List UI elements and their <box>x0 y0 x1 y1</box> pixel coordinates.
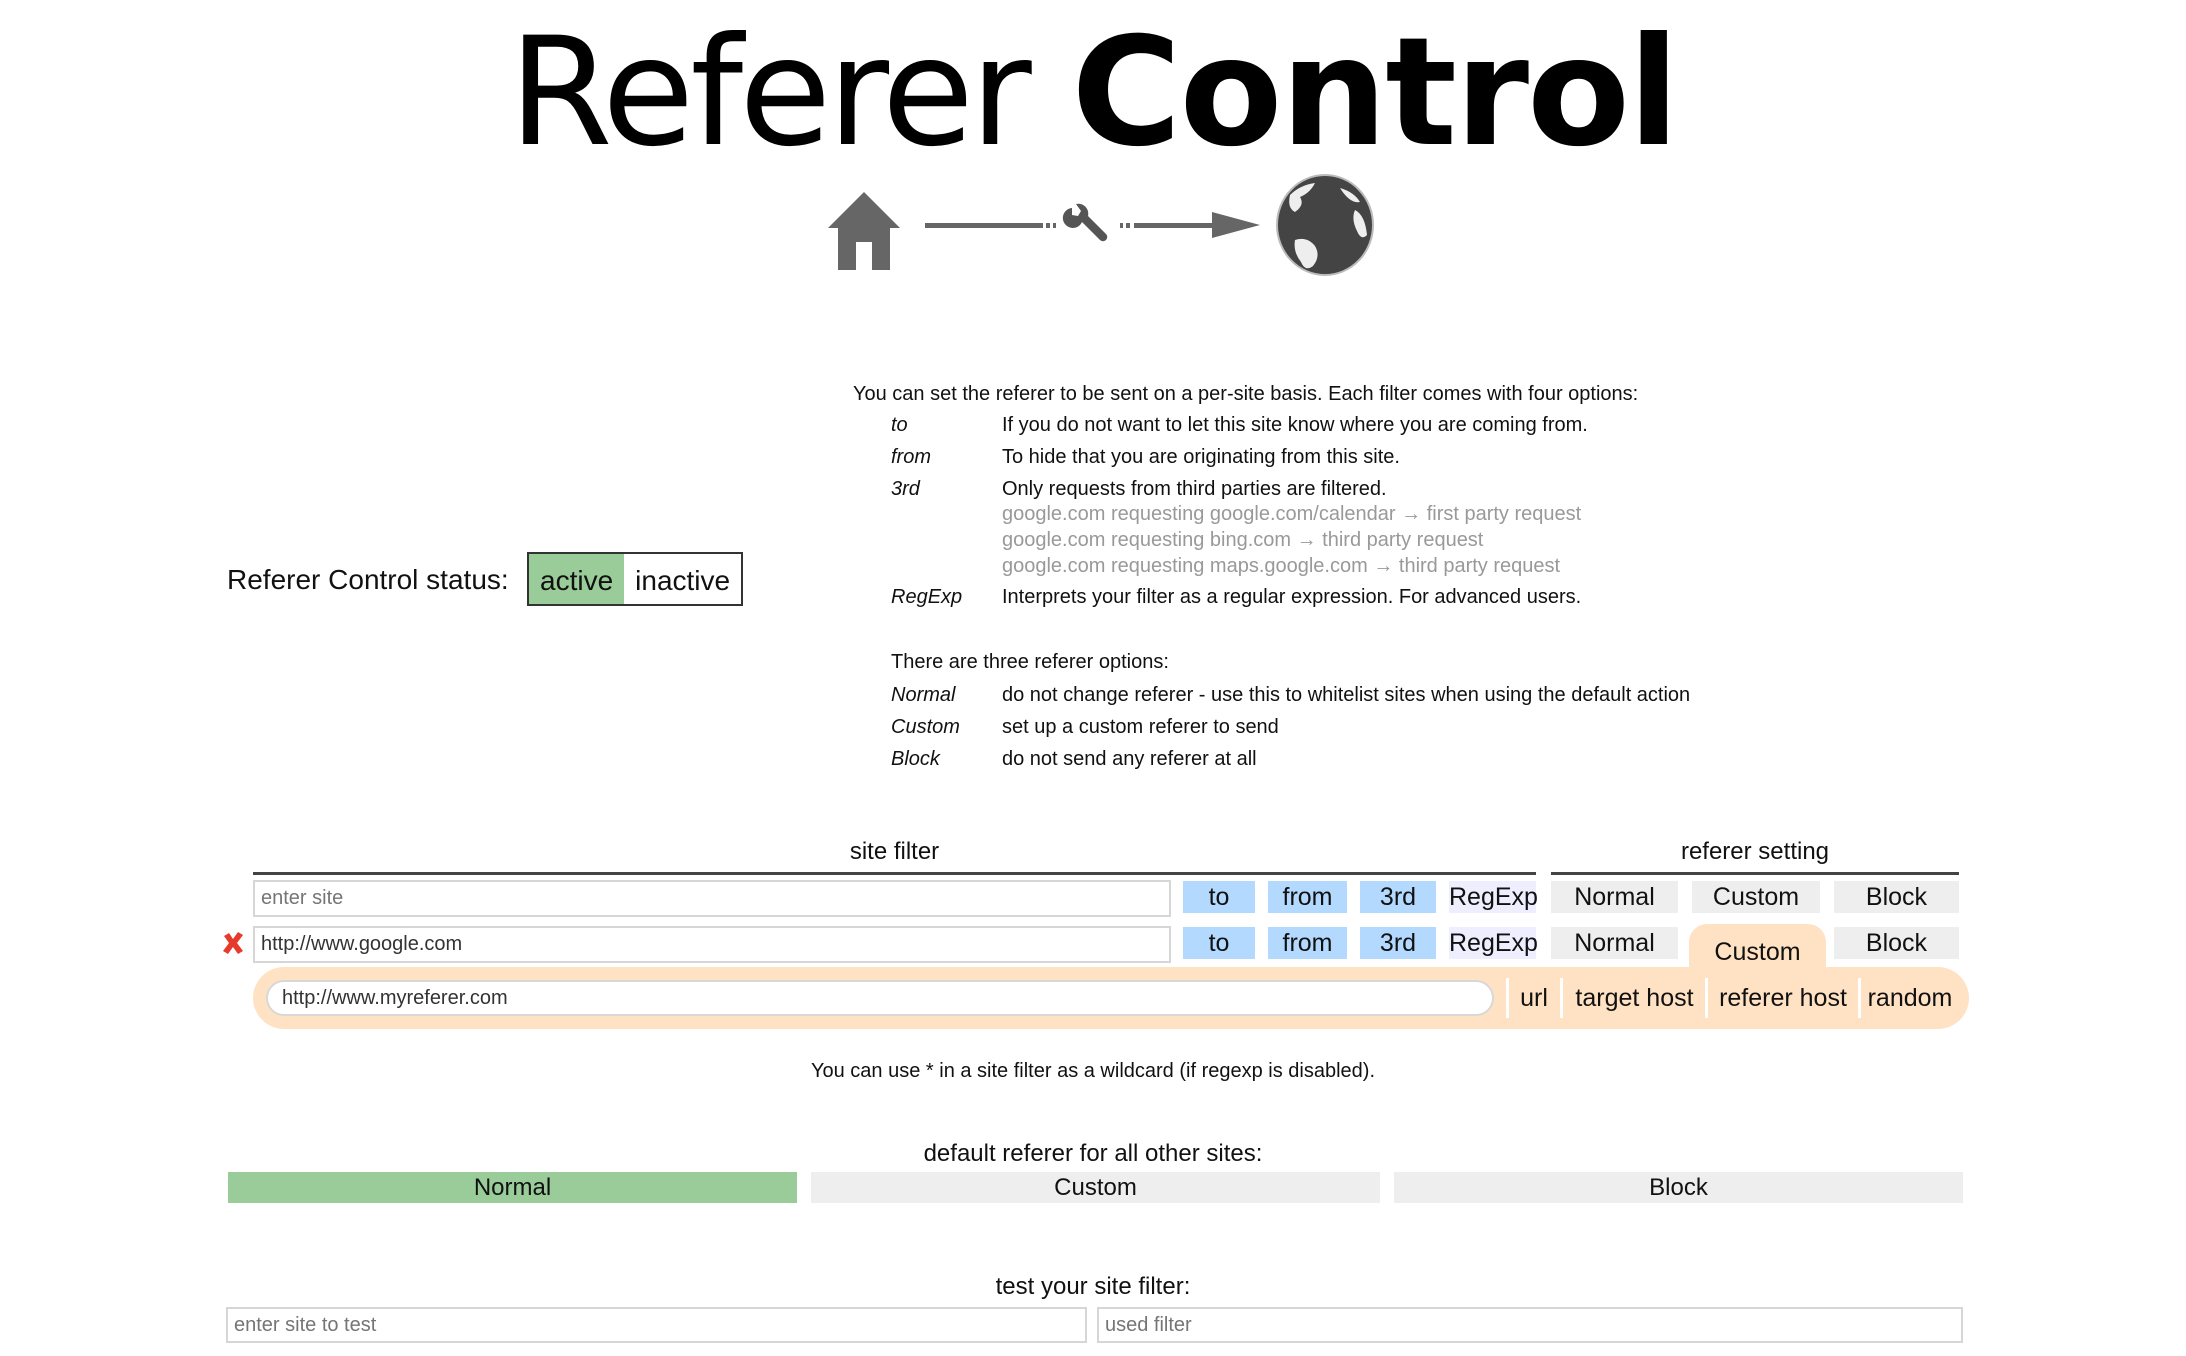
new-setting-custom[interactable]: Custom <box>1692 881 1820 913</box>
used-filter-output[interactable] <box>1097 1307 1963 1343</box>
referer-setting-rule <box>1551 872 1959 875</box>
title-light-word: Referer <box>508 6 1032 180</box>
delete-filter-icon[interactable] <box>220 930 246 956</box>
new-flag-regexp[interactable]: RegExp <box>1449 881 1538 913</box>
wrench-icon <box>1062 203 1108 242</box>
definition-to: If you do not want to let this site know… <box>1002 414 1588 436</box>
referer-setting-header: referer setting <box>1680 838 1830 865</box>
title-bold-word: Control <box>1071 6 1679 180</box>
term-to: to <box>891 414 908 436</box>
test-label: test your site filter: <box>995 1273 1191 1300</box>
filter-flag-regexp[interactable]: RegExp <box>1449 927 1538 959</box>
new-flag-3rd[interactable]: 3rd <box>1360 881 1436 913</box>
filter-site-input[interactable] <box>253 926 1171 963</box>
logo-graphic <box>828 174 1374 276</box>
new-setting-block[interactable]: Block <box>1834 881 1959 913</box>
custom-option-referer-host[interactable]: referer host <box>1708 976 1858 1020</box>
term-normal: Normal <box>891 684 956 706</box>
default-referer-label: default referer for all other sites: <box>923 1140 1263 1167</box>
default-normal-button[interactable]: Normal <box>228 1172 797 1203</box>
new-flag-to[interactable]: to <box>1183 881 1255 913</box>
definition-custom: set up a custom referer to send <box>1002 716 1279 738</box>
app-title: Referer Control <box>0 8 2186 178</box>
wildcard-note: You can use * in a site filter as a wild… <box>811 1060 1375 1082</box>
referer-options-intro: There are three referer options: <box>891 651 1169 673</box>
example-first-party: google.com requesting google.com/calenda… <box>1002 503 1582 525</box>
new-site-input[interactable] <box>253 880 1171 917</box>
test-site-input[interactable] <box>226 1307 1087 1343</box>
custom-option-target-host[interactable]: target host <box>1563 976 1706 1020</box>
term-regexp: RegExp <box>891 586 963 608</box>
description-intro: You can set the referer to be sent on a … <box>853 383 1639 405</box>
filter-setting-normal[interactable]: Normal <box>1551 927 1678 959</box>
definition-3rd: Only requests from third parties are fil… <box>1002 478 1387 500</box>
home-icon <box>828 192 900 270</box>
site-filter-header: site filter <box>849 838 940 865</box>
status-active-button[interactable]: active <box>529 554 625 604</box>
definition-normal: do not change referer - use this to whit… <box>1002 684 1691 706</box>
example-third-party-bing: google.com requesting bing.com → third p… <box>1002 529 1484 551</box>
filter-flag-to[interactable]: to <box>1183 927 1255 959</box>
term-from: from <box>891 446 931 468</box>
status-toggle[interactable]: active inactive <box>527 552 744 606</box>
term-custom: Custom <box>891 716 960 738</box>
filter-flag-3rd[interactable]: 3rd <box>1360 927 1436 959</box>
new-flag-from[interactable]: from <box>1268 881 1347 913</box>
custom-option-url[interactable]: url <box>1509 976 1559 1020</box>
new-setting-normal[interactable]: Normal <box>1551 881 1678 913</box>
status-label: Referer Control status: <box>227 564 509 595</box>
custom-option-random[interactable]: random <box>1861 976 1959 1020</box>
filter-setting-custom[interactable]: Custom <box>1689 924 1826 974</box>
term-3rd: 3rd <box>891 478 920 500</box>
default-block-button[interactable]: Block <box>1394 1172 1963 1203</box>
definition-regexp: Interprets your filter as a regular expr… <box>1002 586 1582 608</box>
site-filter-rule <box>253 872 1536 875</box>
definition-block: do not send any referer at all <box>1002 748 1257 770</box>
term-block: Block <box>891 748 940 770</box>
status-inactive-button[interactable]: inactive <box>624 554 742 604</box>
default-custom-button[interactable]: Custom <box>811 1172 1380 1203</box>
example-third-party-maps: google.com requesting maps.google.com → … <box>1002 555 1561 577</box>
arrow-head <box>1212 212 1260 238</box>
filter-flag-from[interactable]: from <box>1268 927 1347 959</box>
definition-from: To hide that you are originating from th… <box>1002 446 1400 468</box>
globe-icon <box>1276 174 1374 276</box>
filter-setting-block[interactable]: Block <box>1834 927 1959 959</box>
custom-referer-input[interactable] <box>266 980 1494 1016</box>
